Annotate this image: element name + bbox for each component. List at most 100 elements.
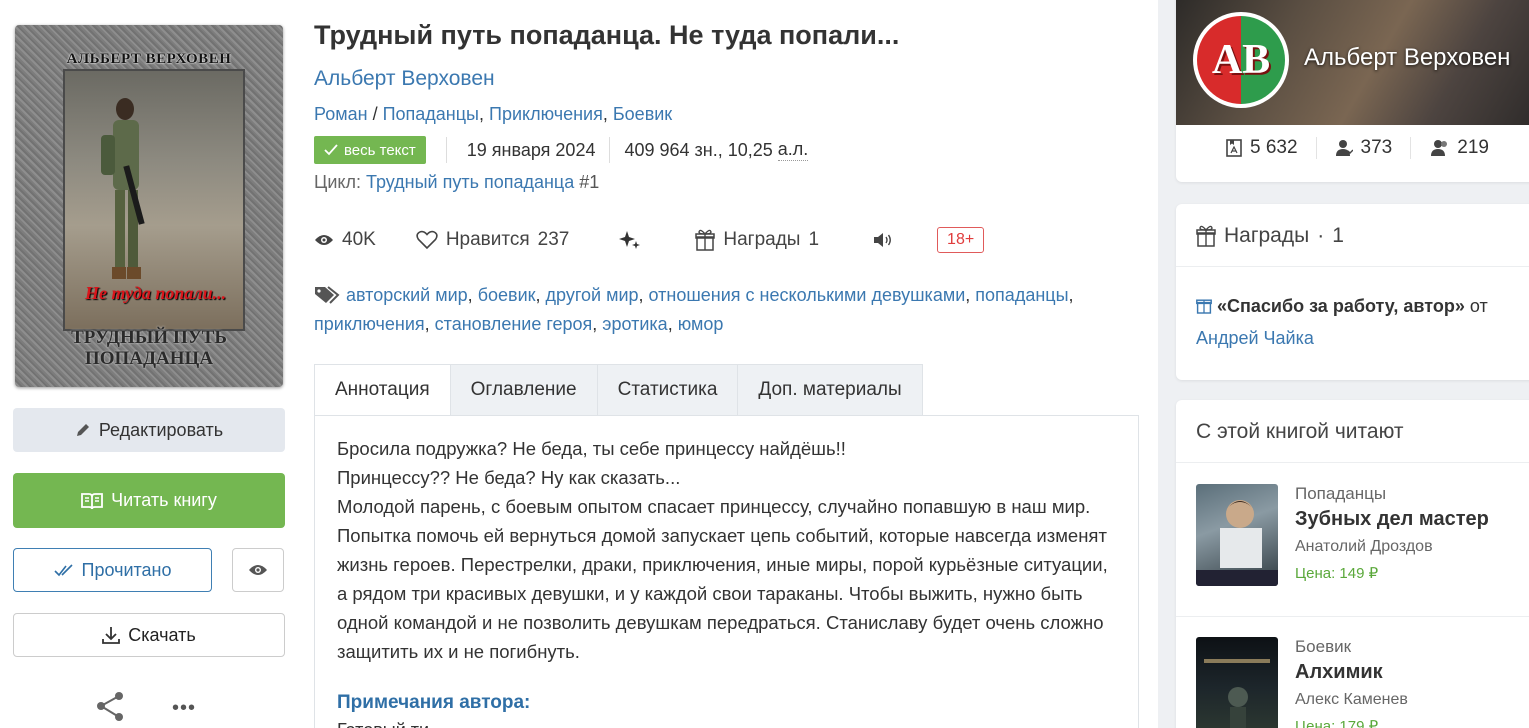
tab-statistics[interactable]: Статистика	[597, 364, 739, 416]
sparkles-button[interactable]	[619, 229, 641, 251]
tag-link[interactable]: отношения с несколькими девушками	[649, 285, 966, 305]
tags-icon	[315, 286, 340, 304]
awards-title: Награды	[1224, 224, 1310, 247]
related-title[interactable]: Алхимик	[1295, 661, 1383, 684]
read-book-button[interactable]: Читать книгу	[13, 473, 285, 528]
related-genre[interactable]: Попаданцы	[1295, 484, 1386, 504]
author-notes-text: Готовый ти ...	[337, 720, 449, 728]
followers-stat[interactable]: 373	[1335, 137, 1392, 159]
tab-extras[interactable]: Доп. материалы	[738, 364, 923, 416]
views-stat: 40K	[314, 229, 376, 251]
tag-link[interactable]: авторский мир	[346, 285, 468, 305]
mark-read-label: Прочитано	[81, 559, 172, 580]
tab-annotation[interactable]: Аннотация	[314, 364, 451, 416]
awards-stat[interactable]: Награды 1	[695, 229, 819, 251]
books-stat[interactable]: 5 632	[1226, 137, 1298, 159]
awards-dot: ·	[1317, 224, 1325, 247]
more-options-icon[interactable]: •••	[172, 697, 196, 720]
likes-count: 237	[537, 229, 570, 250]
like-button[interactable]: Нравится 237	[416, 229, 570, 251]
avatar-text: AB	[1211, 37, 1271, 83]
age-rating-badge: 18+	[937, 227, 985, 253]
author-stats: 5 632 373 219	[1226, 137, 1489, 159]
related-header: С этой книгой читают	[1196, 420, 1404, 443]
tags-list: авторский мир, боевик, другой мир, отнош…	[314, 285, 1074, 334]
related-book-cover[interactable]	[1196, 637, 1278, 728]
edit-button[interactable]: Редактировать	[13, 408, 285, 452]
annotation-line: Принцессу?? Не беда? Ну как сказать...	[337, 467, 681, 488]
genre-separator: /	[367, 104, 383, 124]
related-book[interactable]: Попаданцы Зубных дел мастер Анатолий Дро…	[1196, 484, 1516, 588]
related-book[interactable]: Боевик Алхимик Алекс Каменев Цена: 179 ₽	[1196, 637, 1516, 728]
share-icon[interactable]	[95, 690, 127, 722]
award-name: «Спасибо за работу, автор»	[1217, 296, 1465, 316]
gift-icon	[1196, 225, 1216, 247]
friends-count: 219	[1457, 137, 1489, 158]
mark-read-button[interactable]: Прочитано	[13, 548, 212, 592]
author-name[interactable]: Альберт Верховен	[1304, 44, 1510, 72]
book-cover[interactable]: АЛЬБЕРТ ВЕРХОВЕН Не туда попали... ТРУДН…	[15, 25, 283, 387]
download-label: Скачать	[128, 624, 196, 645]
users-icon	[1431, 140, 1448, 156]
full-text-label: весь текст	[344, 141, 416, 159]
cover-title-line1: ТРУДНЫЙ ПУТЬ	[71, 327, 227, 348]
related-title[interactable]: Зубных дел мастер	[1295, 508, 1489, 531]
author-notes-heading: Примечания автора:	[337, 692, 531, 713]
stats-row: 40K Нравится 237 Награды 1 18+	[314, 225, 985, 255]
cycle-number: #1	[574, 172, 600, 192]
meta-row: весь текст 19 января 2024 409 964 зн., 1…	[314, 136, 809, 164]
download-icon	[102, 627, 121, 644]
download-button[interactable]: Скачать	[13, 613, 285, 657]
friends-stat[interactable]: 219	[1429, 137, 1489, 159]
check-icon	[324, 144, 338, 156]
annotation-line: Молодой парень, с боевым опытом спасает …	[337, 496, 1108, 662]
gift-icon	[1196, 299, 1212, 314]
awards-count: 1	[1332, 224, 1344, 247]
cover-title: ТРУДНЫЙ ПУТЬ ПОПАДАНЦА	[15, 327, 283, 369]
author-card[interactable]: AB Альберт Верховен 5 632 373 219	[1176, 0, 1529, 182]
avatar[interactable]: AB	[1193, 12, 1289, 108]
gift-icon	[695, 229, 716, 251]
book-size: 409 964 зн., 10,25	[624, 139, 773, 160]
related-genre[interactable]: Боевик	[1295, 637, 1351, 657]
genres-line: Роман / Попаданцы, Приключения, Боевик	[314, 104, 673, 124]
related-books-card: С этой книгой читают Попаданцы Зубных де…	[1176, 400, 1529, 728]
books-count: 5 632	[1250, 137, 1298, 158]
cover-subtitle: Не туда попали...	[85, 283, 227, 303]
award-giver-link[interactable]: Андрей Чайка	[1196, 328, 1314, 348]
related-book-cover[interactable]	[1196, 484, 1278, 586]
tag-link[interactable]: эротика	[602, 314, 667, 334]
annotation-line: Бросила подружка? Не беда, ты себе принц…	[337, 438, 846, 459]
sparkles-icon	[619, 231, 641, 249]
heart-icon	[416, 230, 438, 250]
awards-header: Награды · 1	[1196, 224, 1344, 248]
genre-link[interactable]: Попаданцы	[383, 104, 479, 124]
tag-link[interactable]: другой мир	[546, 285, 639, 305]
related-price: Цена: 179 ₽	[1295, 718, 1379, 728]
tag-link[interactable]: становление героя	[435, 314, 593, 334]
tag-link[interactable]: юмор	[678, 314, 724, 334]
divider	[445, 137, 447, 163]
audio-button[interactable]	[873, 231, 893, 249]
tag-link[interactable]: попаданцы	[975, 285, 1068, 305]
annotation-panel: Бросила подружка? Не беда, ты себе принц…	[314, 415, 1139, 728]
tag-link[interactable]: приключения	[314, 314, 425, 334]
book-main: АЛЬБЕРТ ВЕРХОВЕН Не туда попали... ТРУДН…	[0, 0, 1158, 728]
cover-title-line2: ПОПАДАНЦА	[84, 348, 214, 369]
full-text-badge: весь текст	[314, 136, 426, 164]
related-author[interactable]: Алекс Каменев	[1295, 691, 1408, 709]
genre-link-main[interactable]: Роман	[314, 104, 368, 124]
soldier-illustration	[101, 98, 145, 279]
related-author[interactable]: Анатолий Дроздов	[1295, 538, 1433, 556]
eye-icon	[249, 565, 267, 575]
book-tabs: Аннотация Оглавление Статистика Доп. мат…	[314, 364, 923, 416]
watch-button[interactable]	[232, 548, 284, 592]
tag-link[interactable]: боевик	[478, 285, 536, 305]
genre-link[interactable]: Боевик	[613, 104, 672, 124]
speaker-icon	[874, 233, 891, 247]
author-link[interactable]: Альберт Верховен	[314, 67, 495, 91]
tab-contents[interactable]: Оглавление	[450, 364, 598, 416]
awards-card: Награды · 1 «Спасибо за работу, автор» о…	[1176, 204, 1529, 380]
genre-link[interactable]: Приключения	[489, 104, 603, 124]
cycle-link[interactable]: Трудный путь попаданца	[366, 172, 574, 192]
